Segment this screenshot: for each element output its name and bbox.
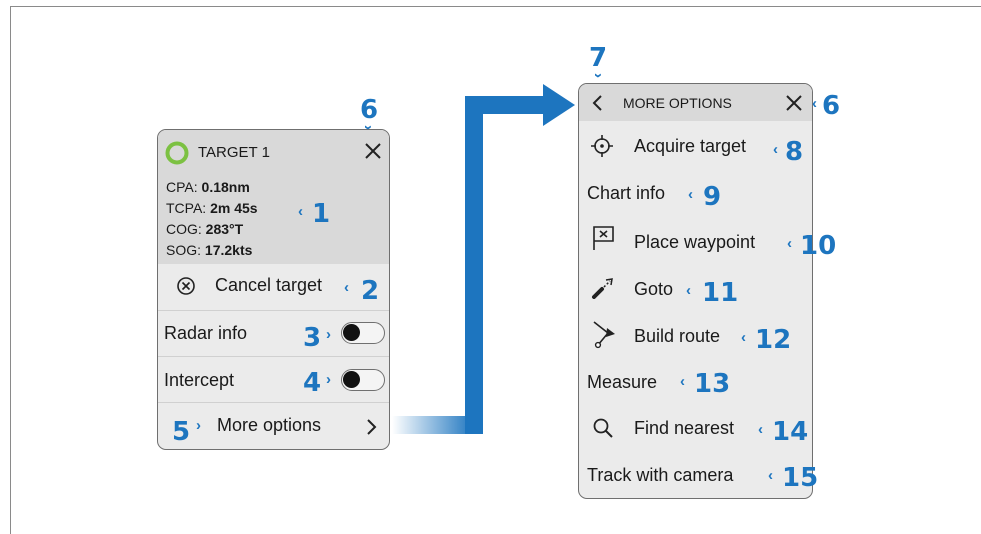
target-ring-icon xyxy=(165,141,189,165)
callout-pointer: ‹ xyxy=(688,186,693,203)
callout-number: 4 xyxy=(303,368,322,398)
callout-number: 1 xyxy=(312,199,331,229)
close-icon[interactable] xyxy=(364,142,382,160)
callout-pointer: ‹ xyxy=(758,421,763,438)
info-sog: SOG: 17.2kts xyxy=(166,242,253,258)
callout-number: 14 xyxy=(772,417,809,447)
radar-info-label: Radar info xyxy=(164,323,248,343)
route-icon xyxy=(593,321,615,349)
chart-info-label: Chart info xyxy=(587,183,666,203)
search-icon xyxy=(593,418,613,438)
callout-number: 12 xyxy=(755,325,792,355)
connector-arrow xyxy=(392,84,575,434)
callout-number: 10 xyxy=(800,231,837,261)
goto-label: Goto xyxy=(634,279,674,299)
chevron-right-icon xyxy=(367,419,377,435)
target-title: TARGET 1 xyxy=(198,144,270,161)
callout-pointer: ‹ xyxy=(768,467,773,484)
place-waypoint-label: Place waypoint xyxy=(634,232,756,252)
callout-number: 9 xyxy=(703,182,722,212)
callout-pointer: › xyxy=(196,417,201,434)
waypoint-flag-icon xyxy=(593,226,614,250)
find-nearest-label: Find nearest xyxy=(634,418,735,438)
toggle-knob xyxy=(343,371,360,388)
callout-pointer: ‹ xyxy=(787,235,792,252)
info-cpa: CPA: 0.18nm xyxy=(166,179,250,195)
info-cog: COG: 283°T xyxy=(166,221,244,237)
divider xyxy=(158,356,389,357)
toggle-knob xyxy=(343,324,360,341)
track-with-camera-label: Track with camera xyxy=(587,465,734,485)
callout-number: 2 xyxy=(361,276,380,306)
intercept-toggle[interactable] xyxy=(341,369,385,391)
more-options-title: MORE OPTIONS xyxy=(623,95,732,111)
callout-pointer: ‹ xyxy=(741,329,746,346)
callout-pointer: › xyxy=(326,326,331,343)
callout-pointer: ‹ xyxy=(812,95,817,112)
callout-number: 6 xyxy=(822,91,841,121)
callout-number: 13 xyxy=(694,369,731,399)
intercept-label: Intercept xyxy=(164,370,235,390)
more-options-label: More options xyxy=(217,415,322,435)
crosshair-icon xyxy=(591,135,613,157)
callout-number: 8 xyxy=(785,137,804,167)
goto-arrow-icon xyxy=(592,278,613,299)
callout-pointer: ‹ xyxy=(680,373,685,390)
callout-pointer: ‹ xyxy=(344,279,349,296)
info-tcpa: TCPA: 2m 45s xyxy=(166,200,258,216)
radar-info-toggle[interactable] xyxy=(341,322,385,344)
cancel-target-label: Cancel target xyxy=(215,275,323,295)
build-route-label: Build route xyxy=(634,326,721,346)
callout-pointer: › xyxy=(326,371,331,388)
divider xyxy=(158,310,389,311)
measure-label: Measure xyxy=(587,372,658,392)
callout-pointer: › xyxy=(360,125,377,130)
callout-pointer: › xyxy=(590,73,607,78)
callout-number: 5 xyxy=(172,417,191,447)
callout-number: 3 xyxy=(303,323,322,353)
callout-number: 15 xyxy=(782,463,819,493)
callout-pointer: ‹ xyxy=(298,203,303,220)
callout-number: 7 xyxy=(589,43,608,73)
acquire-target-label: Acquire target xyxy=(634,136,747,156)
cancel-circle-icon xyxy=(177,277,195,295)
callout-pointer: ‹ xyxy=(686,282,691,299)
close-icon[interactable] xyxy=(785,94,803,112)
callout-number: 6 xyxy=(360,95,379,125)
callout-number: 11 xyxy=(702,278,739,308)
target-panel: TARGET 1 CPA: 0.18nm TCPA: 2m 45s COG: 2… xyxy=(157,129,390,450)
back-chevron-icon[interactable] xyxy=(591,94,603,112)
callout-pointer: ‹ xyxy=(773,141,778,158)
